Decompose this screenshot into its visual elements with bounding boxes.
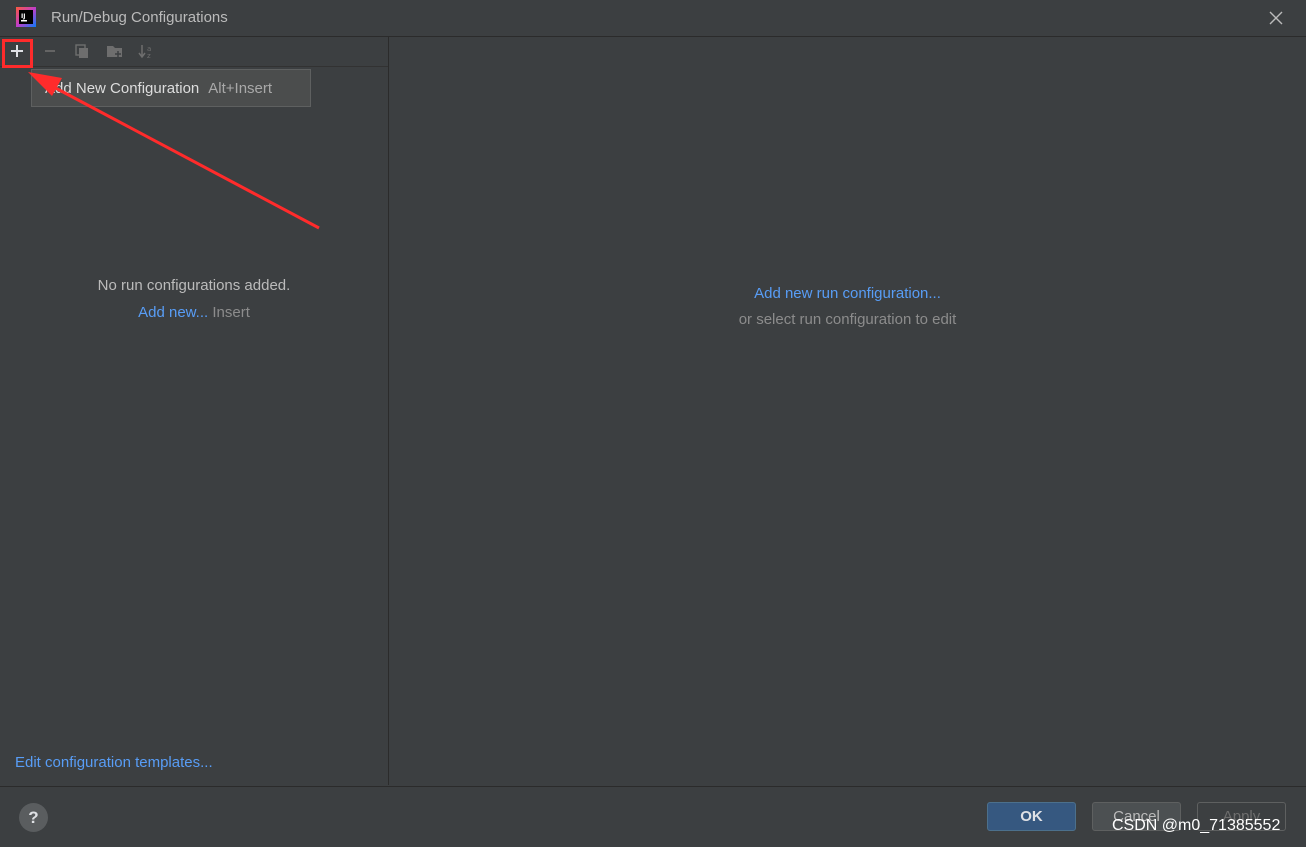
ok-button[interactable]: OK — [987, 802, 1076, 831]
watermark: CSDN @m0_71385552 — [1112, 817, 1281, 834]
dialog-footer: ? OK Cancel Apply — [0, 786, 1306, 847]
help-button[interactable]: ? — [19, 803, 48, 832]
annotation-arrow — [28, 72, 320, 230]
